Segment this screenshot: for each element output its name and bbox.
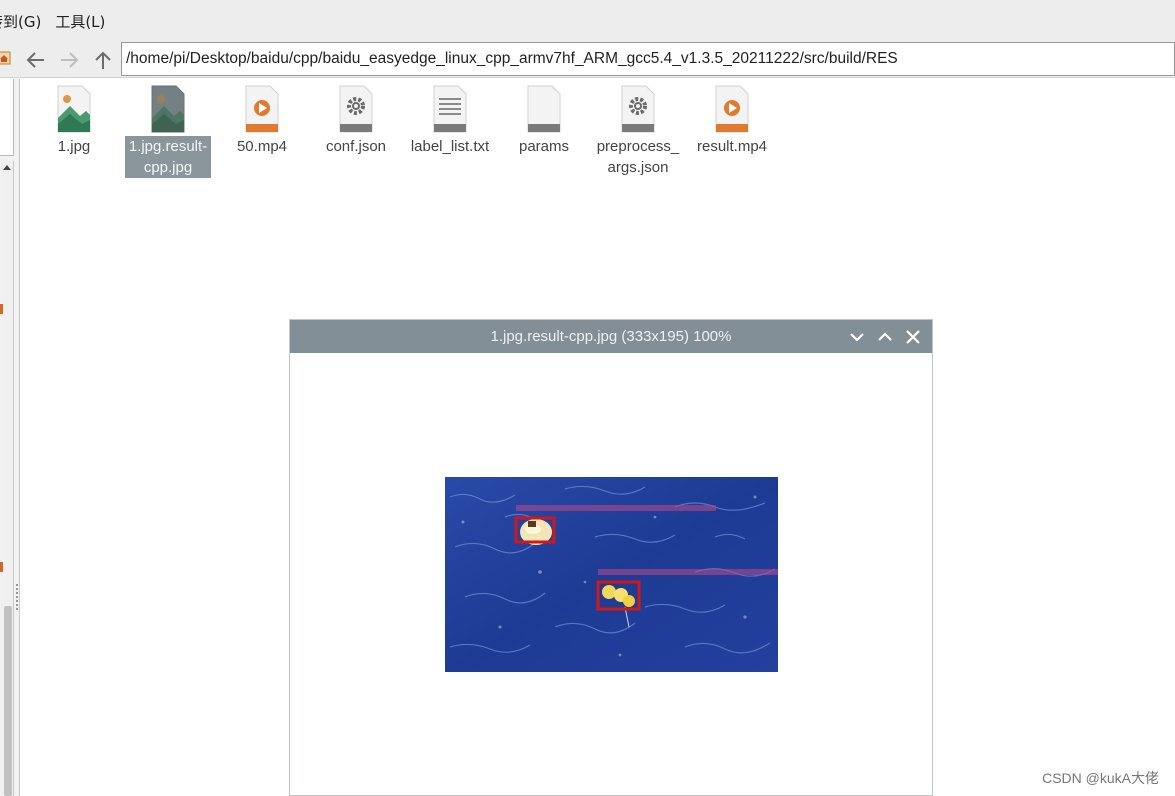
close-icon[interactable] (902, 326, 924, 348)
menu-go[interactable]: 转到(G) (0, 11, 41, 32)
path-input[interactable]: /home/pi/Desktop/baidu/cpp/baidu_easyedg… (121, 42, 1175, 76)
sidebar-pane (0, 79, 14, 156)
sidebar (0, 79, 20, 796)
file-item[interactable]: 50.mp4 (214, 84, 310, 157)
file-name: preprocess_ args.json (596, 138, 680, 176)
watermark: CSDN @kukA大佬 (1042, 770, 1159, 786)
image-file-icon (150, 84, 186, 134)
file-item[interactable]: conf.json (308, 84, 404, 157)
video-file-icon (714, 84, 750, 134)
file-item[interactable]: preprocess_ args.json (590, 84, 686, 178)
viewer-titlebar[interactable]: 1.jpg.result-cpp.jpg (333x195) 100% (290, 320, 932, 353)
settings-file-icon (338, 84, 374, 134)
toolbar: /home/pi/Desktop/baidu/cpp/baidu_easyedg… (0, 42, 1175, 78)
file-name: label_list.txt (410, 138, 490, 155)
menu-tools[interactable]: 工具(L) (55, 11, 105, 32)
arrow-left-icon[interactable] (22, 46, 50, 74)
sidebar-scrollbar[interactable] (1, 161, 14, 796)
home-icon[interactable] (0, 50, 12, 66)
file-item[interactable]: params (496, 84, 592, 157)
blank-file-icon (526, 84, 562, 134)
image-file-icon (56, 84, 92, 134)
text-file-icon (432, 84, 468, 134)
file-name: params (518, 138, 570, 155)
settings-file-icon (620, 84, 656, 134)
resize-handle[interactable] (16, 584, 18, 610)
file-name: 1.jpg.result-cpp.jpg (124, 136, 212, 178)
scroll-up-arrow-icon[interactable] (3, 165, 11, 170)
viewer-title: 1.jpg.result-cpp.jpg (333x195) 100% (490, 328, 732, 345)
file-name: 50.mp4 (236, 138, 288, 155)
file-item[interactable]: 1.jpg (26, 84, 122, 157)
file-name: conf.json (325, 138, 387, 155)
chevron-down-icon[interactable] (846, 326, 868, 348)
file-item-selected[interactable]: 1.jpg.result-cpp.jpg (120, 84, 216, 178)
chevron-up-icon[interactable] (874, 326, 896, 348)
menu-bar: 转到(G) 工具(L) (0, 0, 1175, 42)
file-item[interactable]: result.mp4 (684, 84, 780, 157)
sidebar-marker (0, 562, 3, 572)
file-name: result.mp4 (696, 138, 768, 155)
detection-result-photo (445, 477, 778, 672)
file-name: 1.jpg (57, 138, 91, 155)
scrollbar-thumb[interactable] (4, 606, 12, 796)
arrow-up-icon[interactable] (89, 46, 117, 74)
sidebar-marker (0, 304, 3, 314)
file-item[interactable]: label_list.txt (402, 84, 498, 157)
image-viewer-window[interactable]: 1.jpg.result-cpp.jpg (333x195) 100% (289, 319, 933, 796)
arrow-right-icon[interactable] (55, 46, 83, 74)
video-file-icon (244, 84, 280, 134)
